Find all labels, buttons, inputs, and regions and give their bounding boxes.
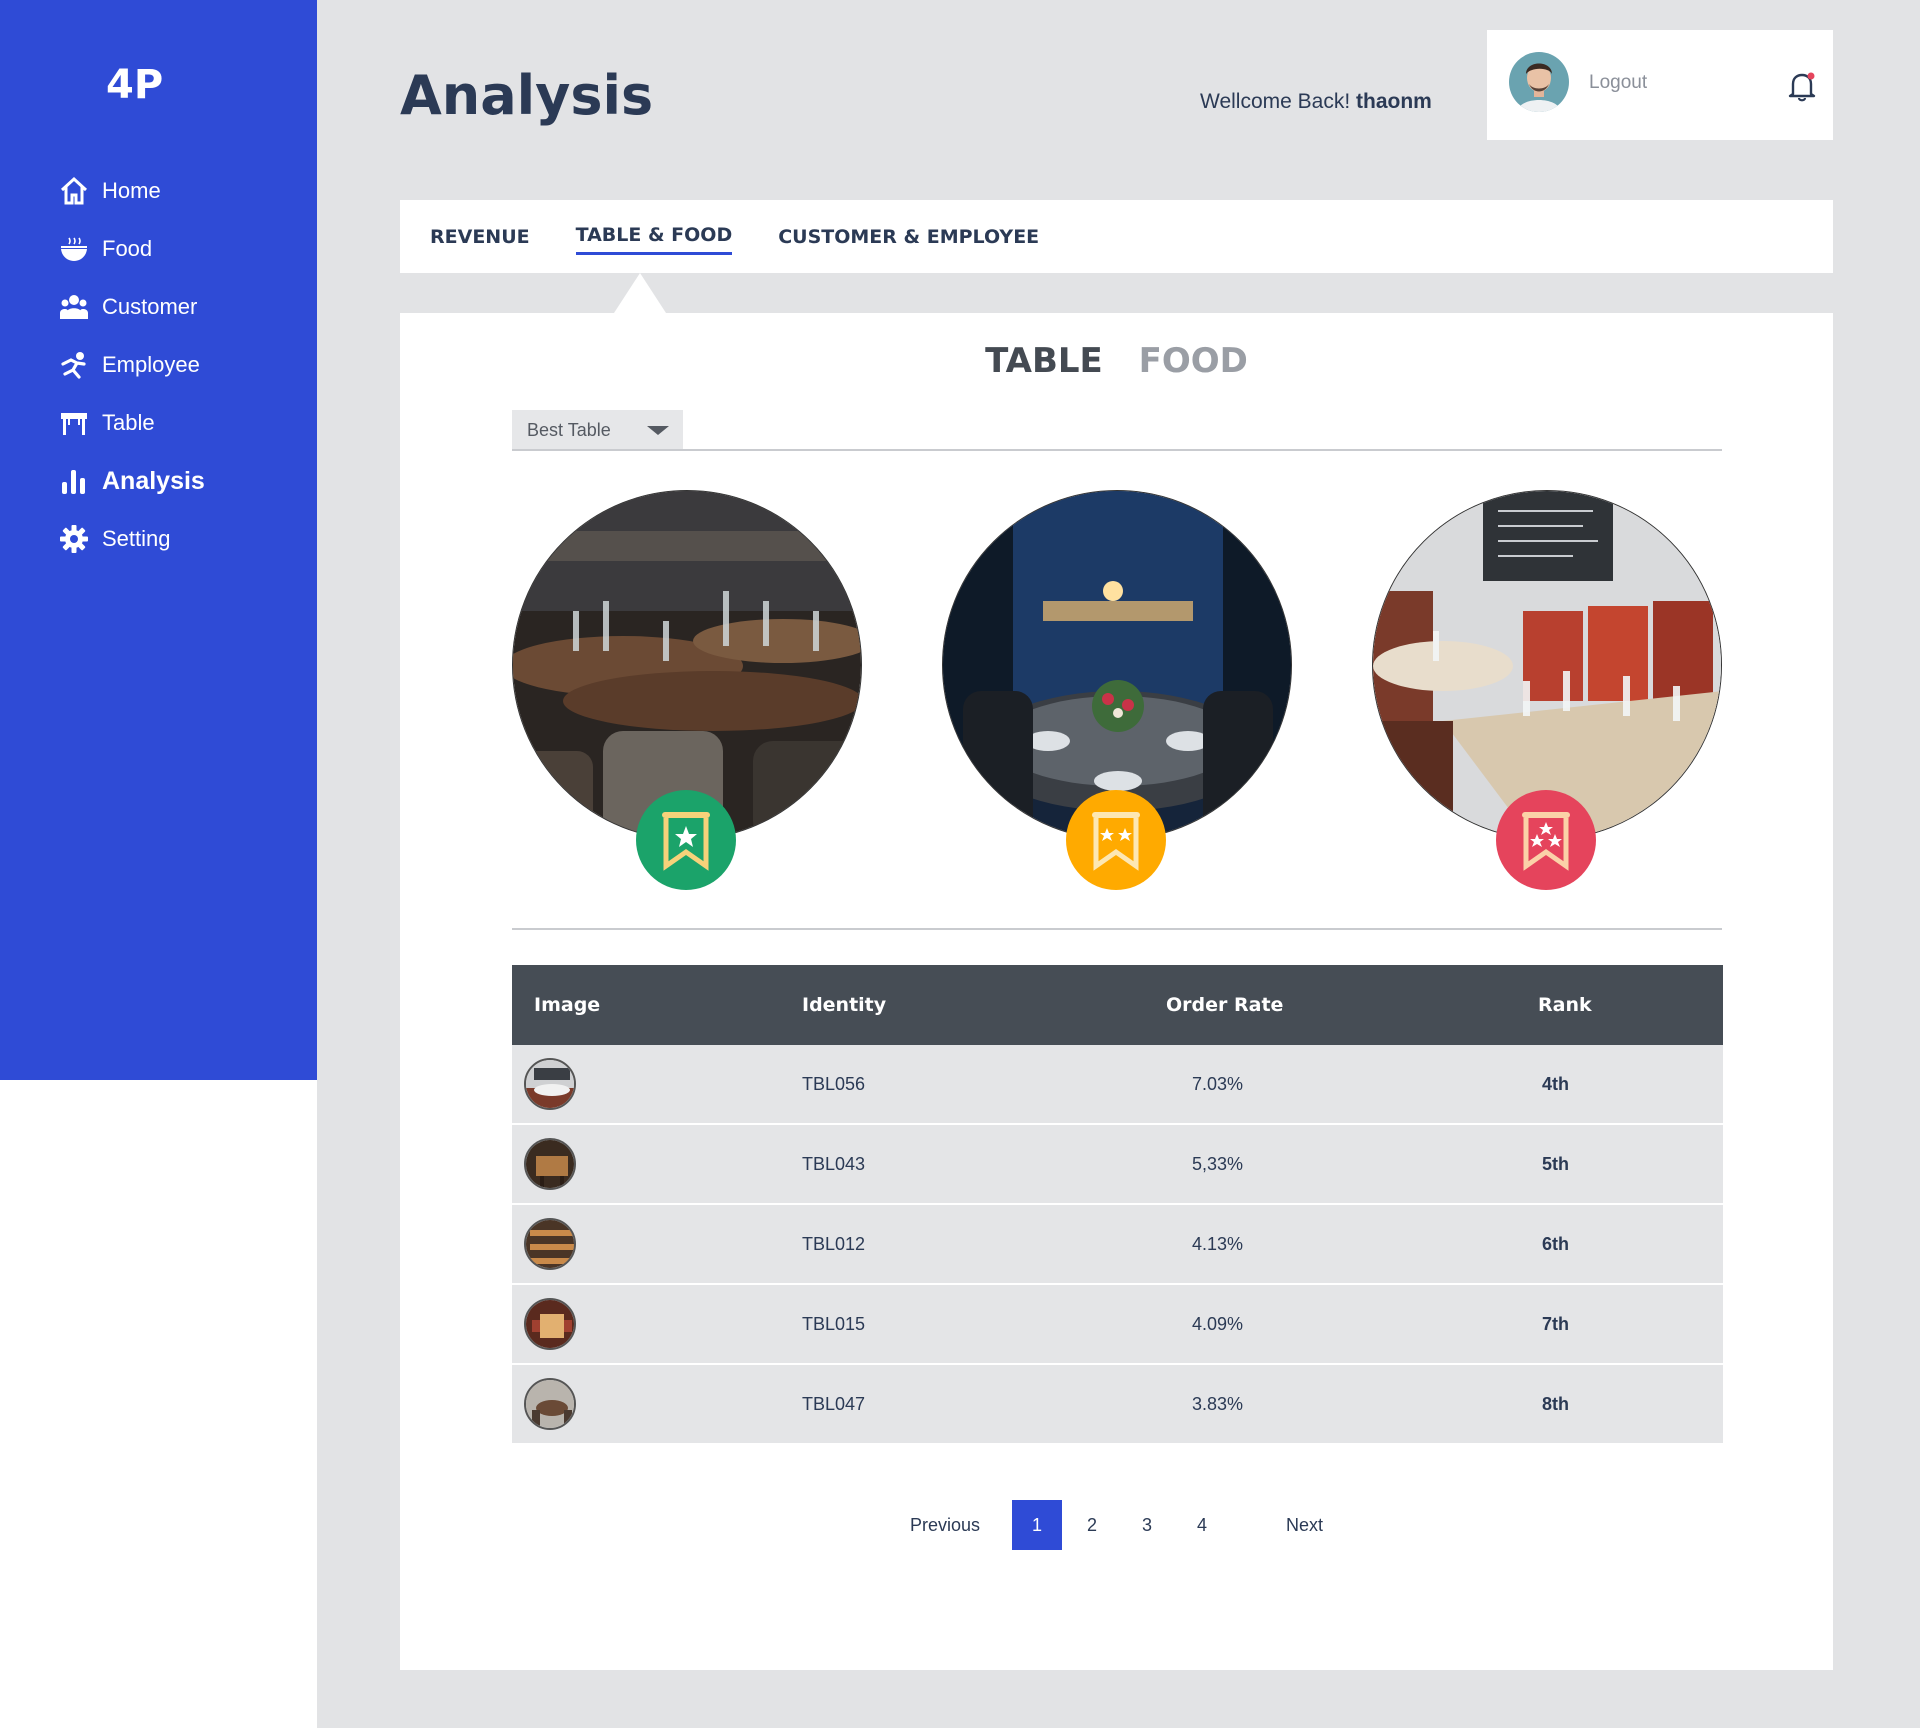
- divider: [512, 449, 1722, 451]
- sidebar-item-food[interactable]: Food: [58, 220, 308, 278]
- row-rank: 7th: [1542, 1313, 1569, 1334]
- tab-customer-employee[interactable]: CUSTOMER & EMPLOYEE: [778, 220, 1039, 254]
- sidebar-item-employee[interactable]: Employee: [58, 336, 308, 394]
- column-header-image: Image: [534, 994, 601, 1016]
- sidebar-item-label: Setting: [102, 526, 171, 551]
- row-image-cell: [512, 1218, 802, 1270]
- row-order-rate: 4.13%: [1192, 1233, 1244, 1254]
- sidebar-item-analysis[interactable]: Analysis: [58, 452, 308, 510]
- page-button-2[interactable]: 2: [1067, 1500, 1117, 1550]
- row-image-cell: [512, 1298, 802, 1350]
- sidebar-item-customer[interactable]: Customer: [58, 278, 308, 336]
- table-row[interactable]: TBL015 4.09% 7th: [512, 1285, 1723, 1365]
- sidebar-item-label: Home: [102, 178, 161, 203]
- bar-chart-icon: [58, 465, 90, 497]
- subtab-switcher: TABLE FOOD: [400, 341, 1833, 381]
- table-thumbnail: [524, 1298, 576, 1350]
- avatar[interactable]: [1509, 52, 1569, 112]
- page-button-3[interactable]: 3: [1122, 1500, 1172, 1550]
- top-table-1[interactable]: [512, 490, 862, 890]
- column-header-identity: Identity: [802, 994, 887, 1016]
- gear-icon: [58, 523, 90, 555]
- table-thumbnail: [524, 1218, 576, 1270]
- subtab-food[interactable]: FOOD: [1139, 341, 1248, 381]
- row-image-cell: [512, 1138, 802, 1190]
- analysis-card: TABLE FOOD Best Table Image Identity Ord…: [400, 313, 1833, 1670]
- row-order-rate: 4.09%: [1192, 1313, 1244, 1334]
- page-button-1[interactable]: 1: [1012, 1500, 1062, 1550]
- employee-icon: [58, 349, 90, 381]
- sidebar-bottom-blank: [0, 1080, 317, 1728]
- sidebar-item-setting[interactable]: Setting: [58, 510, 308, 568]
- row-identity: TBL043: [802, 1153, 866, 1174]
- row-order-rate: 5,33%: [1192, 1153, 1244, 1174]
- table-photo: [1372, 490, 1722, 840]
- user-panel: Logout: [1487, 30, 1833, 140]
- row-rank: 5th: [1542, 1153, 1569, 1174]
- table-row[interactable]: TBL043 5,33% 5th: [512, 1125, 1723, 1205]
- food-bowl-icon: [58, 233, 90, 265]
- active-tab-pointer: [614, 273, 666, 313]
- page-button-4[interactable]: 4: [1177, 1500, 1227, 1550]
- dropdown-value: Best Table: [527, 419, 611, 440]
- sidebar-item-label: Employee: [102, 352, 200, 377]
- tab-table-food[interactable]: TABLE & FOOD: [575, 218, 733, 255]
- sidebar-item-label: Analysis: [102, 466, 205, 495]
- ranking-table: Image Identity Order Rate Rank TBL056 7.…: [512, 965, 1723, 1445]
- table-thumbnail: [524, 1378, 576, 1430]
- row-image-cell: [512, 1378, 802, 1430]
- table-icon: [58, 407, 90, 439]
- table-row[interactable]: TBL047 3.83% 8th: [512, 1365, 1723, 1445]
- table-row[interactable]: TBL056 7.03% 4th: [512, 1045, 1723, 1125]
- 1-star-ribbon-icon: [636, 790, 736, 890]
- chevron-down-icon: [647, 426, 669, 435]
- subtab-table[interactable]: TABLE: [985, 341, 1103, 381]
- analysis-tabs: REVENUE TABLE & FOOD CUSTOMER & EMPLOYEE: [400, 200, 1833, 273]
- sidebar: 4P Home Food Customer Employee Table Ana…: [0, 0, 317, 1080]
- app-logo[interactable]: 4P: [106, 62, 163, 108]
- next-page-button[interactable]: Next: [1286, 1515, 1323, 1536]
- row-order-rate: 3.83%: [1192, 1393, 1244, 1414]
- sidebar-item-home[interactable]: Home: [58, 162, 308, 220]
- welcome-message: Wellcome Back! thaonm: [1200, 90, 1432, 114]
- column-header-rank: Rank: [1538, 994, 1592, 1016]
- pagination: Previous 1 2 3 4 Next: [400, 1500, 1833, 1550]
- customers-icon: [58, 291, 90, 323]
- row-rank: 6th: [1542, 1233, 1569, 1254]
- table-photo: [942, 490, 1292, 840]
- page-title: Analysis: [400, 64, 654, 127]
- sidebar-item-table[interactable]: Table: [58, 394, 308, 452]
- tab-revenue[interactable]: REVENUE: [430, 220, 530, 254]
- home-icon: [58, 175, 90, 207]
- table-thumbnail: [524, 1058, 576, 1110]
- table-header: Image Identity Order Rate Rank: [512, 965, 1723, 1045]
- row-identity: TBL015: [802, 1313, 866, 1334]
- divider: [512, 928, 1722, 930]
- row-identity: TBL047: [802, 1393, 866, 1414]
- username: thaonm: [1356, 90, 1432, 113]
- sidebar-item-label: Customer: [102, 294, 198, 319]
- notification-bell-icon[interactable]: [1787, 70, 1817, 102]
- ranking-dropdown[interactable]: Best Table: [512, 410, 683, 450]
- row-image-cell: [512, 1058, 802, 1110]
- top-table-2[interactable]: [942, 490, 1292, 890]
- row-rank: 4th: [1542, 1073, 1569, 1094]
- logout-link[interactable]: Logout: [1589, 72, 1647, 94]
- 2-star-ribbon-icon: [1066, 790, 1166, 890]
- column-header-order-rate: Order Rate: [1166, 994, 1284, 1016]
- row-rank: 8th: [1542, 1393, 1569, 1414]
- row-identity: TBL012: [802, 1233, 866, 1254]
- welcome-text: Wellcome Back!: [1200, 90, 1351, 113]
- row-order-rate: 7.03%: [1192, 1073, 1244, 1094]
- 3-star-ribbon-icon: [1496, 790, 1596, 890]
- previous-page-button[interactable]: Previous: [910, 1515, 980, 1536]
- sidebar-item-label: Food: [102, 236, 153, 261]
- row-identity: TBL056: [802, 1073, 866, 1094]
- sidebar-nav: Home Food Customer Employee Table Analys…: [58, 162, 308, 568]
- table-row[interactable]: TBL012 4.13% 6th: [512, 1205, 1723, 1285]
- top-table-3[interactable]: [1372, 490, 1722, 890]
- sidebar-item-label: Table: [102, 410, 155, 435]
- table-thumbnail: [524, 1138, 576, 1190]
- table-photo: [512, 490, 862, 840]
